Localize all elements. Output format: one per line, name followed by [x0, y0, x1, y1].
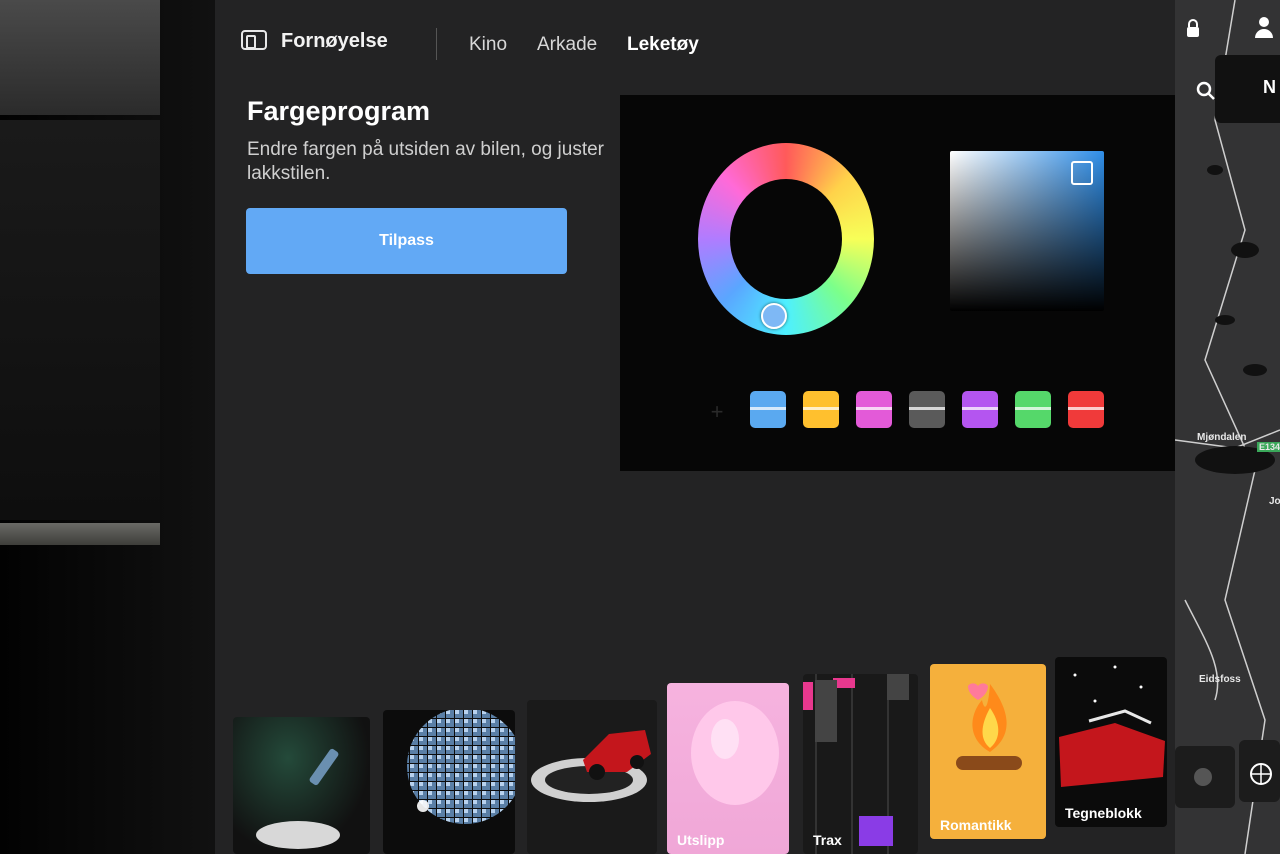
toy-card-trax[interactable]: Trax: [803, 674, 918, 854]
sketchpad-illustration: [1059, 665, 1165, 787]
info-icon: [1194, 768, 1212, 786]
toy-card-disco-ball[interactable]: [383, 710, 515, 854]
swatch-green[interactable]: [1015, 391, 1051, 428]
feature-title: Fargeprogram: [247, 96, 431, 126]
disco-ball-illustration: [407, 710, 515, 824]
lock-icon[interactable]: [1185, 18, 1201, 38]
swatch-gray[interactable]: [909, 391, 945, 428]
card-label-utslipp: Utslipp: [677, 832, 725, 848]
globe-icon: [1250, 763, 1272, 785]
map-search-text: N: [1263, 77, 1276, 97]
tab-arkade[interactable]: Arkade: [537, 34, 597, 56]
cushion-illustration: [691, 701, 779, 805]
toy-card-dropper[interactable]: [233, 717, 370, 854]
swatch-purple[interactable]: [962, 391, 998, 428]
map-place-label: Eidsfoss: [1199, 674, 1241, 685]
map-search-box[interactable]: N: [1215, 55, 1280, 123]
header-divider: [436, 28, 437, 60]
hue-ring-center: [730, 179, 842, 299]
app-title: Fornøyelse: [281, 30, 388, 52]
background-panel: [0, 120, 160, 520]
swatch-pink[interactable]: [856, 391, 892, 428]
car-illustration: [531, 730, 651, 802]
map-globe-button[interactable]: [1239, 740, 1280, 802]
background-frame: [0, 0, 160, 115]
add-swatch-button[interactable]: +: [700, 397, 734, 427]
customize-button[interactable]: Tilpass: [246, 208, 567, 274]
feature-description: Endre fargen på utsiden av bilen, og jus…: [247, 139, 605, 184]
user-icon[interactable]: [1253, 14, 1275, 40]
map-info-button[interactable]: [1175, 746, 1235, 808]
card-label-romantikk: Romantikk: [940, 817, 1012, 833]
background-trim: [0, 523, 160, 545]
background-environment: [0, 0, 215, 854]
toy-card-tegneblokk[interactable]: Tegneblokk: [1055, 657, 1167, 827]
dropper-illustration: [256, 748, 340, 849]
tab-leketoy[interactable]: Leketøy: [627, 34, 699, 56]
card-label-trax: Trax: [813, 832, 842, 848]
entertainment-icon: [241, 30, 267, 50]
card-label-tegneblokk: Tegneblokk: [1065, 805, 1142, 821]
toy-card-utslipp[interactable]: Utslipp: [667, 683, 789, 854]
saturation-brightness-handle[interactable]: [1071, 161, 1093, 185]
swatch-yellow[interactable]: [803, 391, 839, 428]
hue-handle[interactable]: [761, 303, 787, 329]
toy-card-car[interactable]: [527, 700, 657, 854]
map-place-label: Mjøndalen: [1197, 432, 1247, 443]
tab-kino[interactable]: Kino: [469, 34, 507, 56]
fireplace-illustration: [956, 683, 1022, 770]
search-icon[interactable]: [1195, 80, 1217, 102]
swatch-blue[interactable]: [750, 391, 786, 428]
color-picker-panel: +: [620, 95, 1178, 471]
toy-card-romantikk[interactable]: Romantikk: [930, 664, 1046, 839]
swatch-red[interactable]: [1068, 391, 1104, 428]
map-place-label: Jo: [1269, 496, 1280, 507]
app-header: Fornøyelse Kino Arkade Leketøy: [215, 20, 1175, 70]
navigation-map[interactable]: N Mjøndalen E134 Jo Eidsfoss H: [1175, 0, 1280, 854]
touchscreen: Fornøyelse Kino Arkade Leketøy Fargeprog…: [215, 0, 1280, 854]
map-roads: [1175, 0, 1280, 854]
piano-keys-illustration: [803, 674, 909, 854]
map-road-badge: E134: [1257, 442, 1280, 452]
